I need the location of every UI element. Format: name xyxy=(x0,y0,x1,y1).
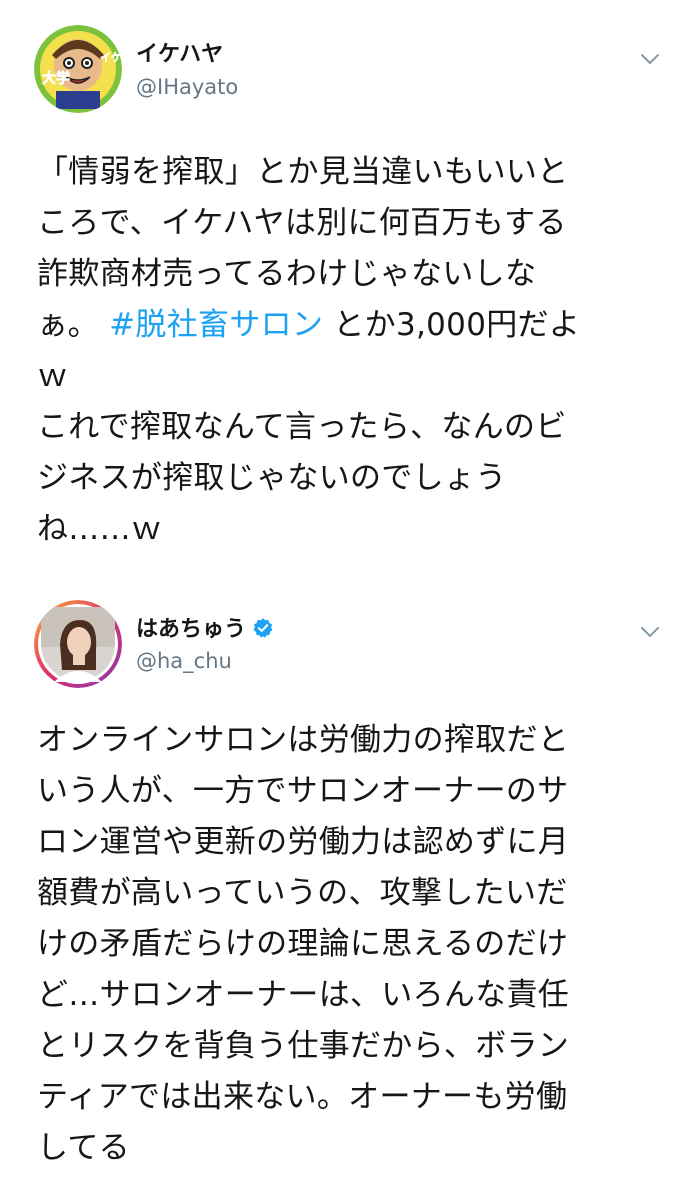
tweet-line-fragment: ぁ。 xyxy=(37,307,99,343)
tweet-line: オンラインサロンは労働力の搾取だと xyxy=(37,722,570,758)
tweet-text: 「情弱を搾取」とか見当違いもいいと ころで、イケハヤは別に何百万もする 詐欺商材… xyxy=(37,147,669,555)
tweet-line: いう人が、一方でサロンオーナーのサ xyxy=(37,773,569,809)
tweet-line: とリスクを背負う仕事だから、ボラン xyxy=(37,1028,570,1064)
display-name[interactable]: イケハヤ xyxy=(136,41,223,69)
tweet-line: ね……ｗ xyxy=(37,511,163,547)
tweet-line: これで搾取なんて言ったら、なんのビ xyxy=(37,409,567,445)
photo-avatar-icon[interactable] xyxy=(34,600,122,688)
cartoon-avatar-icon[interactable]: 大学 イケ xyxy=(34,25,122,113)
tweet-line: ジネスが搾取じゃないのでしょう xyxy=(37,460,507,496)
tweet-line: けの矛盾だらけの理論に思えるのだけ xyxy=(37,926,569,962)
user-handle[interactable]: @IHayato xyxy=(136,73,238,101)
tweet-line: ロン運営や更新の労働力は認めずに月 xyxy=(37,824,570,860)
tweet-line: 詐欺商材売ってるわけじゃないしな xyxy=(37,256,537,292)
tweet-text: オンラインサロンは労働力の搾取だと いう人が、一方でサロンオーナーのサ ロン運営… xyxy=(37,715,669,1174)
tweet-line: ティアでは出来ない。オーナーも労働 xyxy=(37,1079,568,1115)
tweet-line: してる xyxy=(37,1130,130,1166)
verified-badge-icon xyxy=(253,618,273,638)
avatar-illustration: 大学 イケ xyxy=(34,25,122,113)
tweet-line: ｗ xyxy=(37,358,69,394)
avatar-photo xyxy=(34,600,122,688)
tweet-line-fragment: とか3,000円だよ xyxy=(333,307,581,343)
tweet-card[interactable]: 大学 イケ イケハヤ @IHayato 「情弱を搾取」とか見当違いもいいと ころ… xyxy=(0,0,693,590)
avatar-text-left: 大学 xyxy=(42,70,70,87)
tweet-card[interactable]: はあちゅう @ha_chu オンラインサロンは労働力の搾取だと いう人が、一方で… xyxy=(0,590,693,1200)
display-name[interactable]: はあちゅう xyxy=(136,617,246,642)
user-handle[interactable]: @ha_chu xyxy=(136,647,232,675)
chevron-down-icon[interactable] xyxy=(639,621,661,643)
tweet-line-with-hashtag: ぁ。 #脱社畜サロン とか3,000円だよ xyxy=(37,300,669,351)
tweet-line: ど…サロンオーナーは、いろんな責任 xyxy=(37,977,570,1013)
tweet-line: 「情弱を搾取」とか見当違いもいいと xyxy=(37,154,569,190)
chevron-down-icon[interactable] xyxy=(639,48,661,70)
display-name-row[interactable]: はあちゅう xyxy=(136,616,274,644)
tweet-line: 額費が高いっていうの、攻撃したいだ xyxy=(37,875,568,911)
avatar-text-right: イケ xyxy=(100,51,122,64)
tweet-line: ころで、イケハヤは別に何百万もする xyxy=(37,205,567,241)
hashtag-link[interactable]: #脱社畜サロン xyxy=(109,307,323,343)
